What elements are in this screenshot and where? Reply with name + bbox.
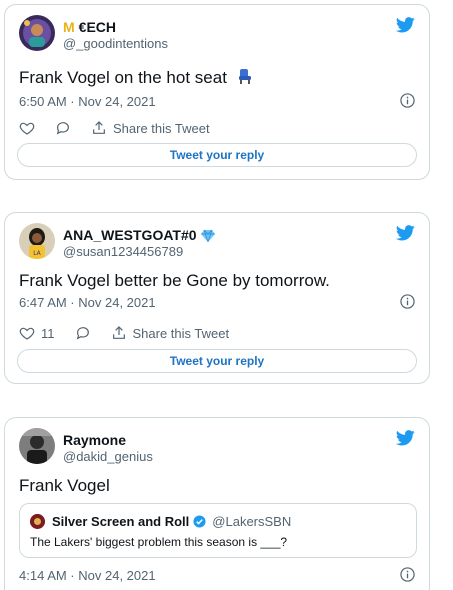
- avatar[interactable]: [19, 428, 55, 464]
- twitter-bird-icon[interactable]: [396, 430, 415, 446]
- tweet-text: Frank Vogel on the hot seat: [19, 68, 227, 87]
- tweet-text: Frank Vogel: [19, 476, 110, 495]
- avatar[interactable]: [19, 15, 55, 51]
- tweet-your-reply-button[interactable]: Tweet your reply: [17, 143, 417, 167]
- tweet-card[interactable]: LA ANA_WESTGOAT#0 @susan1234456789 Frank…: [4, 212, 430, 384]
- twitter-bird-icon[interactable]: [396, 17, 415, 33]
- share-label: Share this Tweet: [113, 120, 210, 136]
- user-handle[interactable]: @dakid_genius: [63, 449, 153, 464]
- display-name[interactable]: €ECH: [79, 19, 116, 35]
- share-button[interactable]: Share this Tweet: [91, 120, 210, 136]
- info-icon[interactable]: [400, 567, 415, 582]
- tweet-your-reply-button[interactable]: Tweet your reply: [17, 349, 417, 373]
- tweet-timestamp[interactable]: 6:50 AM · Nov 24, 2021: [19, 94, 156, 109]
- info-icon[interactable]: [400, 93, 415, 108]
- info-icon[interactable]: [400, 294, 415, 309]
- tweet-timestamp[interactable]: 6:47 AM · Nov 24, 2021: [19, 295, 156, 310]
- user-handle[interactable]: @_goodintentions: [63, 36, 168, 51]
- reply-icon-button[interactable]: [55, 120, 71, 136]
- crown-emoji: M: [63, 19, 75, 35]
- quoted-tweet-text: The Lakers' biggest problem this season …: [30, 535, 288, 549]
- tweet-text-row: Frank Vogel on the hot seat: [19, 67, 254, 88]
- tweet-card[interactable]: M €ECH @_goodintentions Frank Vogel on t…: [4, 4, 430, 180]
- quoted-author-row[interactable]: Silver Screen and Roll @LakersSBN: [52, 514, 291, 529]
- verified-badge-icon: [193, 515, 206, 528]
- author-name-row[interactable]: Raymone: [63, 432, 126, 448]
- tweet-timestamp[interactable]: 4:14 AM · Nov 24, 2021: [19, 568, 156, 583]
- user-handle[interactable]: @susan1234456789: [63, 244, 183, 259]
- reply-icon-button[interactable]: [75, 325, 91, 341]
- svg-text:LA: LA: [33, 250, 41, 257]
- diamond-emoji: [200, 229, 215, 242]
- share-icon: [93, 121, 105, 134]
- heart-icon: [19, 122, 35, 135]
- like-count: 11: [41, 325, 55, 341]
- share-label: Share this Tweet: [132, 325, 230, 341]
- tweet-actions: Share this Tweet: [19, 120, 230, 136]
- reply-bubble-icon: [76, 327, 89, 340]
- twitter-bird-icon[interactable]: [396, 225, 415, 241]
- author-name-row[interactable]: ANA_WESTGOAT#0: [63, 227, 215, 243]
- share-button[interactable]: Share this Tweet: [111, 325, 230, 341]
- tweet-text: Frank Vogel better be Gone by tomorrow.: [19, 271, 330, 290]
- author-name-row[interactable]: M €ECH: [63, 19, 116, 35]
- tweet-card[interactable]: Raymone @dakid_genius Frank Vogel Silver…: [4, 417, 430, 590]
- reply-bubble-icon: [56, 122, 69, 135]
- quoted-display-name[interactable]: Silver Screen and Roll: [52, 514, 189, 529]
- display-name[interactable]: Raymone: [63, 432, 126, 448]
- quoted-user-handle[interactable]: @LakersSBN: [212, 514, 291, 529]
- tweet-actions: 11 Share this Tweet: [19, 325, 249, 341]
- like-button[interactable]: [19, 120, 35, 136]
- quoted-tweet[interactable]: Silver Screen and Roll @LakersSBN The La…: [19, 503, 417, 558]
- heart-icon: [19, 327, 35, 340]
- quoted-avatar[interactable]: [30, 514, 45, 529]
- share-icon: [112, 326, 125, 339]
- seat-emoji: [238, 69, 251, 84]
- avatar[interactable]: LA: [19, 223, 55, 259]
- like-button[interactable]: 11: [19, 325, 55, 341]
- display-name[interactable]: ANA_WESTGOAT#0: [63, 227, 197, 243]
